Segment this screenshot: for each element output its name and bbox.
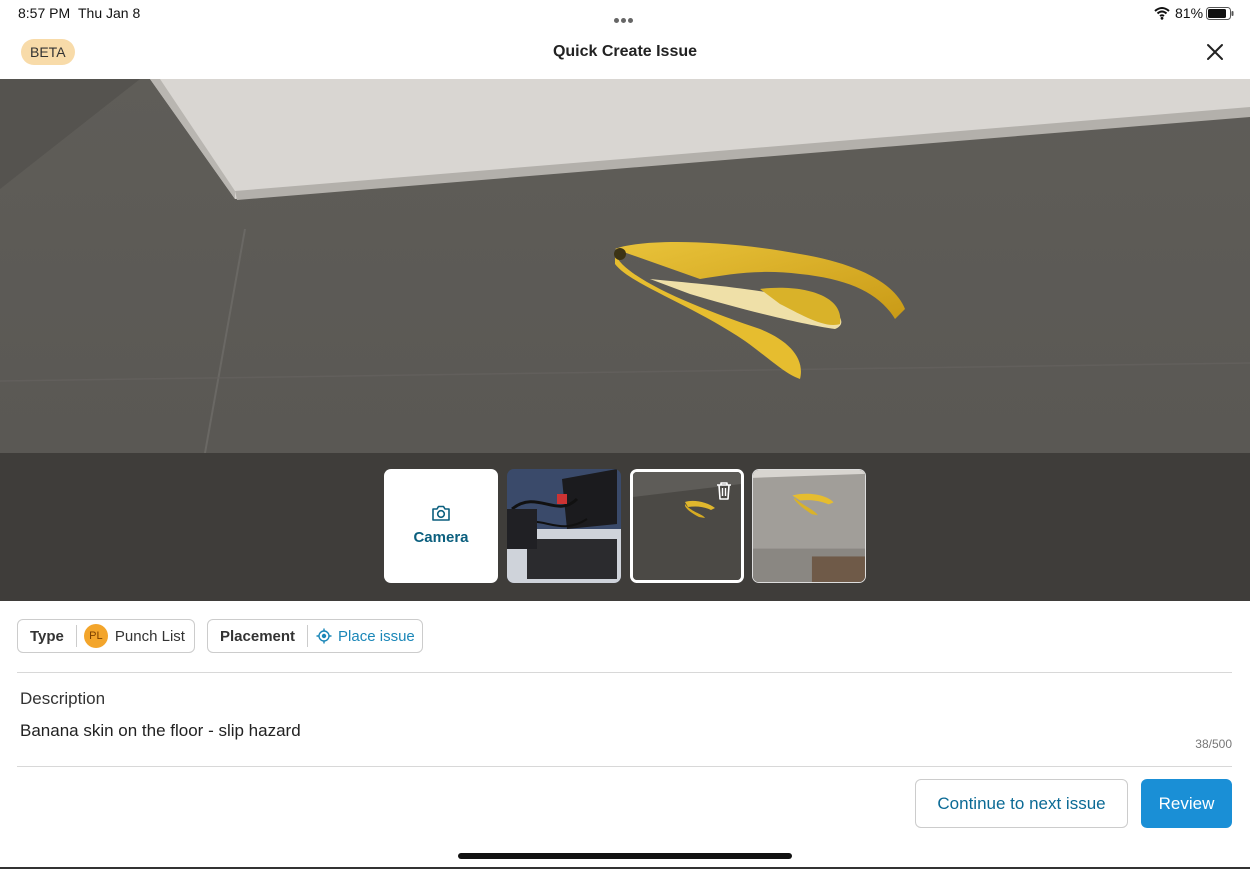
status-time: 8:57 PM: [18, 5, 71, 21]
type-avatar: PL: [83, 624, 108, 648]
page-title: Quick Create Issue: [552, 43, 698, 60]
multitasking-dots-icon[interactable]: [613, 10, 634, 28]
placement-label: Placement: [220, 627, 296, 645]
chip-divider: [307, 625, 309, 647]
type-label: Type: [30, 627, 64, 645]
camera-icon: [432, 505, 450, 521]
description-label: Description: [20, 689, 106, 708]
type-selector[interactable]: Type PL Punch List: [17, 619, 195, 653]
photo-strip: [0, 453, 1250, 601]
place-issue-link[interactable]: Place issue: [338, 628, 415, 645]
review-button[interactable]: Review: [1141, 779, 1232, 828]
locate-icon: [316, 628, 332, 644]
chip-divider: [75, 625, 77, 647]
placement-selector[interactable]: Placement Place issue: [207, 619, 423, 653]
photo-thumbnail-selected[interactable]: [630, 469, 744, 583]
trash-icon[interactable]: [715, 481, 733, 501]
description-field[interactable]: Banana skin on the floor - slip hazard: [20, 721, 301, 741]
divider: [17, 672, 1232, 673]
photo-thumbnail[interactable]: [752, 469, 866, 583]
battery-icon: [1206, 7, 1234, 20]
camera-label: Camera: [413, 529, 469, 546]
type-value: Punch List: [114, 627, 185, 645]
camera-button[interactable]: Camera: [384, 469, 498, 583]
battery-percent: 81%: [1175, 5, 1204, 21]
wifi-icon: [1154, 7, 1170, 20]
character-count: 38/500: [1195, 737, 1232, 751]
home-indicator[interactable]: [458, 853, 792, 859]
main-photo: [0, 79, 1250, 453]
continue-to-next-issue-button[interactable]: Continue to next issue: [915, 779, 1128, 828]
photo-thumbnail[interactable]: [507, 469, 621, 583]
close-icon[interactable]: [1203, 40, 1227, 64]
status-date: Thu Jan 8: [78, 5, 141, 21]
divider: [17, 766, 1232, 767]
